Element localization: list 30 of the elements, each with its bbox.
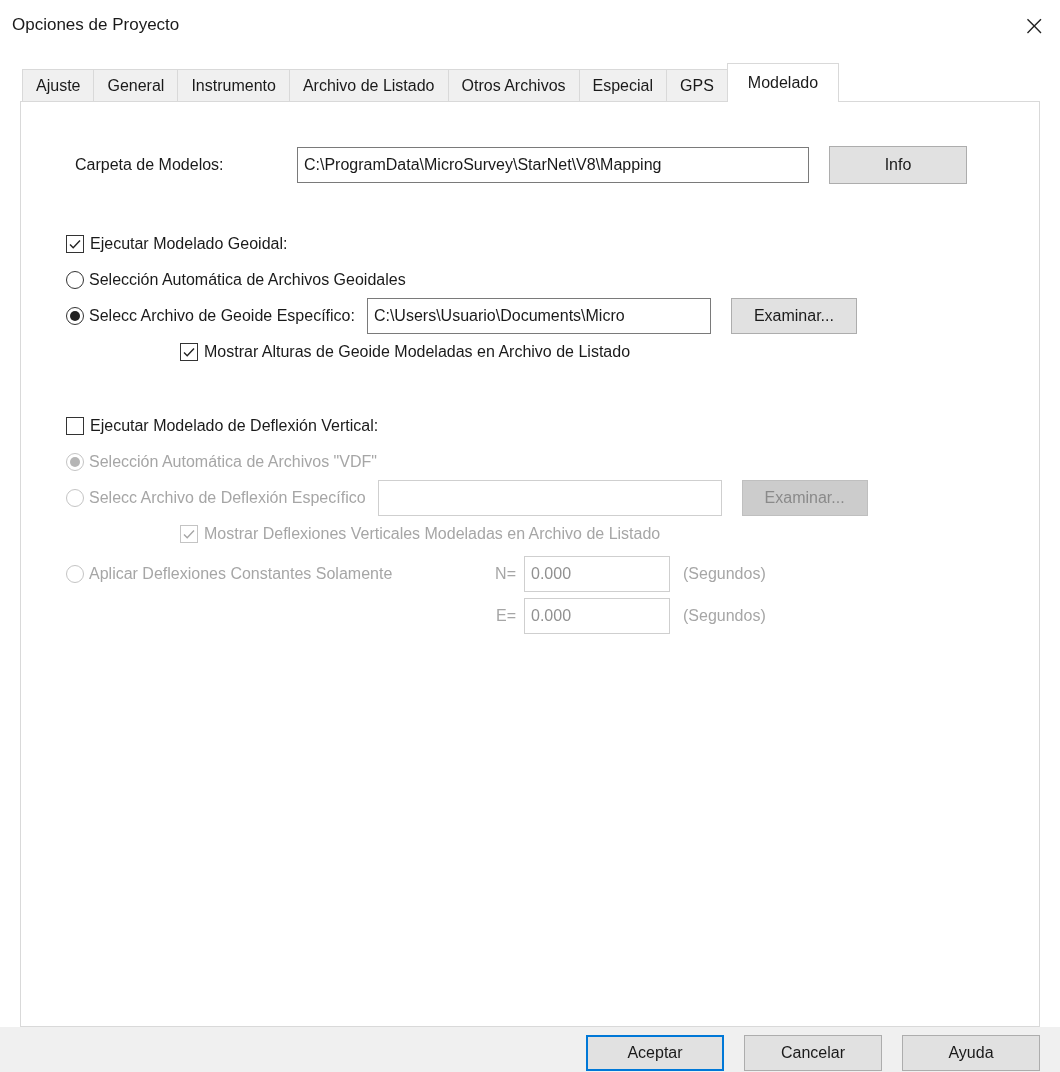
unit-label: (Segundos) <box>683 565 767 583</box>
tab[interactable]: Archivo de Listado <box>288 69 449 101</box>
checkbox-label[interactable]: Mostrar Alturas de Geoide Modeladas en Archivo de Listado <box>204 343 631 361</box>
tab[interactable]: GPS <box>666 69 728 101</box>
radio-button[interactable] <box>66 307 84 325</box>
dialog-button[interactable]: Ayuda <box>902 1035 1040 1071</box>
window-title: Opciones de Proyecto <box>12 15 180 35</box>
unit-label: (Segundos) <box>683 607 767 625</box>
north-label: N= <box>495 565 516 583</box>
radio-button[interactable] <box>66 271 84 289</box>
info-button[interactable]: Info <box>829 146 967 184</box>
checkbox[interactable] <box>180 343 198 361</box>
browse-button[interactable]: Examinar... <box>730 298 857 334</box>
radio-label[interactable]: Selecc Archivo de Geoide Específico: <box>89 307 355 325</box>
checkbox-label[interactable]: Ejecutar Modelado Geoidal: <box>90 235 288 253</box>
tab[interactable]: Especial <box>578 69 668 101</box>
tab[interactable]: Modelado <box>726 63 840 102</box>
dialog-button[interactable]: Aceptar <box>586 1035 724 1071</box>
tab[interactable]: Otros Archivos <box>447 69 580 101</box>
folder-field[interactable]: C:\ProgramData\MicroSurvey\StarNet\V8\Mapping <box>297 147 809 183</box>
radio-label[interactable]: Selección Automática de Archivos Geoidales <box>89 271 406 289</box>
tab[interactable]: Ajuste <box>22 69 95 101</box>
file-field[interactable]: C:\Users\Usuario\Documents\Micro <box>366 298 711 334</box>
east-label: E= <box>496 607 516 625</box>
tab[interactable]: General <box>93 69 179 101</box>
checkbox[interactable] <box>66 235 84 253</box>
close-button[interactable]: × <box>1016 8 1052 42</box>
tab[interactable]: Instrumento <box>177 69 290 101</box>
dialog-button[interactable]: Cancelar <box>744 1035 882 1071</box>
folder-label: Carpeta de Modelos: <box>74 156 225 174</box>
